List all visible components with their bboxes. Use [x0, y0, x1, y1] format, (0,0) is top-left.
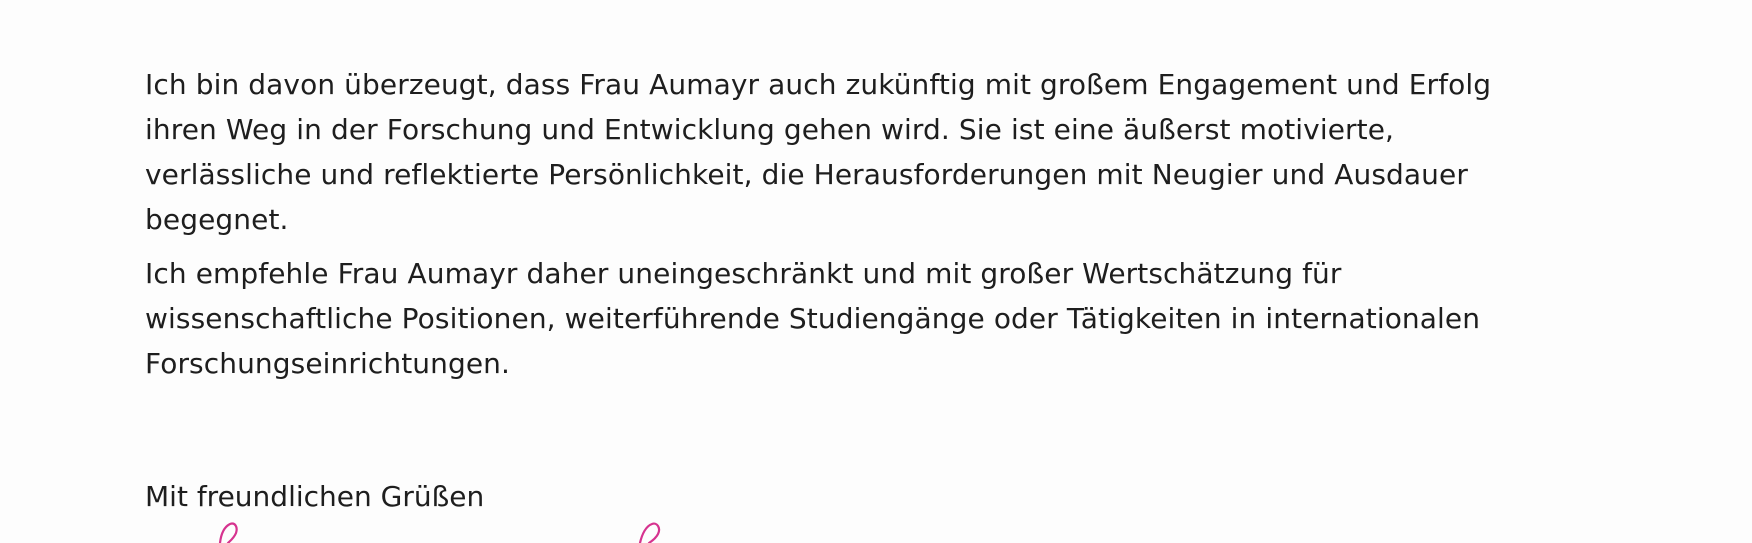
text-line: ihren Weg in der Forschung und Entwicklu…: [145, 113, 1395, 146]
handwritten-signature: [218, 522, 661, 543]
signature-stroke-right: [638, 522, 661, 543]
text-line: Ich bin davon überzeugt, dass Frau Aumay…: [145, 68, 1492, 101]
signature-stroke-left: [218, 522, 238, 543]
paragraph-recommendation: Ich empfehle Frau Aumayr daher uneingesc…: [145, 251, 1705, 386]
letter-body: Ich bin davon überzeugt, dass Frau Aumay…: [145, 62, 1705, 395]
paragraph-conviction: Ich bin davon überzeugt, dass Frau Aumay…: [145, 62, 1705, 242]
text-line: Ich empfehle Frau Aumayr daher uneingesc…: [145, 257, 1342, 290]
text-line: Forschungseinrichtungen.: [145, 347, 511, 380]
text-line: wissenschaftliche Positionen, weiterführ…: [145, 302, 1481, 335]
closing-salutation: Mit freundlichen Grüßen: [145, 480, 485, 513]
text-line: begegnet.: [145, 203, 289, 236]
letter-page: Ich bin davon überzeugt, dass Frau Aumay…: [0, 0, 1752, 543]
text-line: verlässliche und reflektierte Persönlich…: [145, 158, 1468, 191]
